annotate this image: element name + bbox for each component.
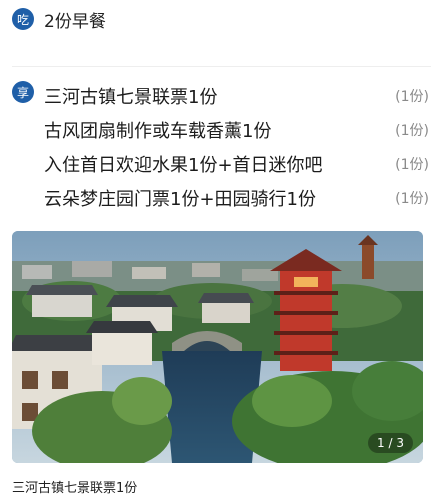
benefit-label: 入住首日欢迎水果1份+首日迷你吧 (44, 155, 323, 176)
benefit-item: 入住首日欢迎水果1份+首日迷你吧 (1份) (12, 147, 431, 181)
meal-text: 2份早餐 (44, 11, 106, 32)
benefit-label: 三河古镇七景联票1份 (44, 87, 218, 108)
benefit-item: 古风团扇制作或车载香薰1份 (1份) (12, 113, 431, 147)
benefit-item: 享 三河古镇七景联票1份 (1份) (12, 79, 431, 113)
benefits-list: 享 三河古镇七景联票1份 (1份) 古风团扇制作或车载香薰1份 (1份) 入住首… (12, 79, 431, 215)
divider (12, 66, 431, 67)
benefit-badge-icon: 享 (12, 81, 34, 103)
benefit-qty: (1份) (395, 123, 429, 139)
meal-badge-icon: 吃 (12, 8, 34, 30)
meal-row: 吃 2份早餐 (12, 6, 106, 32)
benefit-item: 云朵梦庄园门票1份+田园骑行1份 (1份) (12, 181, 431, 215)
benefit-qty: (1份) (395, 191, 429, 207)
ancient-town-photo-icon (12, 231, 423, 463)
benefit-label: 云朵梦庄园门票1份+田园骑行1份 (44, 189, 316, 210)
gallery-caption: 三河古镇七景联票1份 (12, 481, 138, 496)
gallery-pager: 1 / 3 (368, 433, 413, 453)
gallery-photo[interactable]: 1 / 3 (12, 231, 423, 463)
benefit-label: 古风团扇制作或车载香薰1份 (44, 121, 272, 142)
benefit-qty: (1份) (395, 89, 429, 105)
benefit-qty: (1份) (395, 157, 429, 173)
